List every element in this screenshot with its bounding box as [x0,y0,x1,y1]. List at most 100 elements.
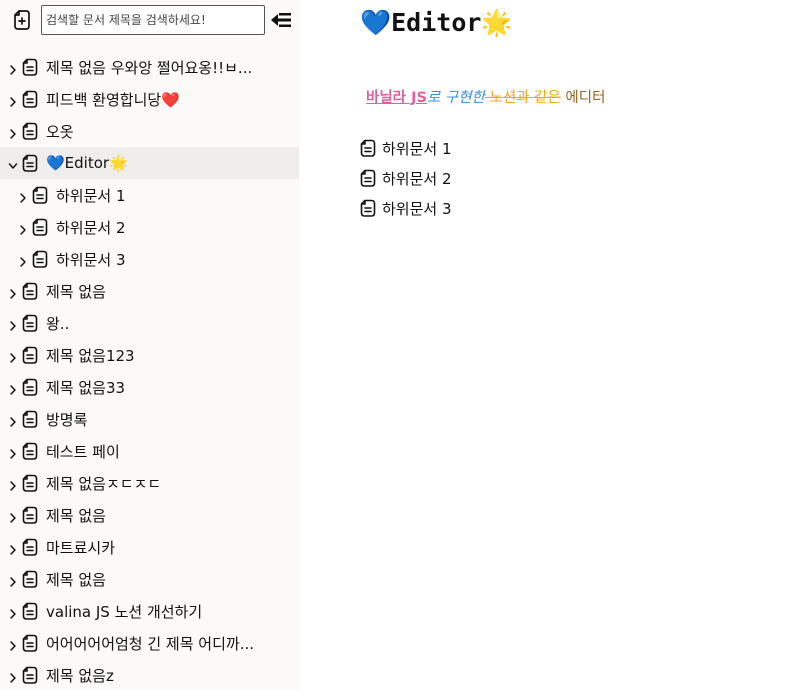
tree-item[interactable]: 제목 없음z [0,659,299,690]
tree-item[interactable]: 제목 없음 [0,275,299,307]
tree-item-title: 💙Editor🌟 [46,154,128,172]
new-document-icon[interactable] [12,9,32,31]
document-icon [22,154,38,172]
child-document-link[interactable]: 하위문서 3 [360,193,452,223]
editor-content[interactable]: 바닐라 JS로 구현한 노션과 같은 에디터 [366,86,605,107]
tree-item[interactable]: 제목 없음123 [0,339,299,371]
tree-item-title: 왕.. [46,314,70,333]
tree-item[interactable]: 제목 없음ㅈㄷㅈㄷ [0,467,299,499]
child-document-title: 하위문서 1 [382,139,452,158]
child-documents-list: 하위문서 1 하위문서 2 하위문서 3 [360,133,452,223]
tree-item-title: 피드백 환영합니당❤️ [46,90,180,109]
chevron-right-icon[interactable] [8,413,18,427]
chevron-right-icon[interactable] [8,61,18,75]
sidebar-header [0,4,299,36]
chevron-right-icon[interactable] [8,349,18,363]
tree-item[interactable]: 피드백 환영합니당❤️ [0,83,299,115]
document-icon [22,570,38,588]
document-icon [22,314,38,332]
tree-item-title: 오옷 [46,122,74,141]
document-icon [32,218,48,236]
child-document-link[interactable]: 하위문서 2 [360,163,452,193]
chevron-right-icon[interactable] [18,221,28,235]
tree-item-title: 하위문서 3 [56,250,126,269]
tree-item-title: 제목 없음ㅈㄷㅈㄷ [46,474,162,493]
tree-item[interactable]: 💙Editor🌟 [0,147,299,179]
document-icon [22,506,38,524]
child-document-title: 하위문서 3 [382,199,452,218]
document-tree: 제목 없음 우와앙 쩔어요옹!!ㅂ... 피드백 환영합니당❤️ 오옷 💙Editor… [0,51,299,690]
document-icon [22,378,38,396]
content-segment-bold-underline: 바닐라 JS [366,90,427,106]
document-icon [22,474,38,492]
chevron-right-icon[interactable] [8,381,18,395]
content-segment-plain: 에디터 [560,90,606,106]
chevron-right-icon[interactable] [8,285,18,299]
document-icon [22,90,38,108]
tree-item-title: 제목 없음 우와앙 쩔어요옹!!ㅂ... [46,58,253,77]
document-icon [22,442,38,460]
tree-child-item[interactable]: 하위문서 1 [0,179,299,211]
tree-item[interactable]: 어어어어어엄청 긴 제목 어디까... [0,627,299,659]
tree-item[interactable]: 제목 없음 [0,499,299,531]
document-icon [360,139,376,157]
document-icon [22,410,38,428]
chevron-right-icon[interactable] [18,253,28,267]
tree-child-item[interactable]: 하위문서 2 [0,211,299,243]
tree-item-title: 제목 없음123 [46,346,135,365]
tree-item[interactable]: 오옷 [0,115,299,147]
chevron-right-icon[interactable] [8,477,18,491]
tree-item[interactable]: 테스트 페이 [0,435,299,467]
chevron-right-icon[interactable] [8,573,18,587]
tree-item-title: 테스트 페이 [46,442,120,461]
tree-item-title: 마트료시카 [46,538,116,557]
document-icon [32,250,48,268]
chevron-right-icon[interactable] [8,93,18,107]
document-icon [22,122,38,140]
tree-item-title: 어어어어어엄청 긴 제목 어디까... [46,634,255,653]
chevron-right-icon[interactable] [8,317,18,331]
chevron-right-icon[interactable] [8,509,18,523]
tree-item[interactable]: 제목 없음 [0,563,299,595]
tree-item[interactable]: 제목 없음33 [0,371,299,403]
document-icon [22,602,38,620]
content-segment-italic: 로 구현한 [426,90,485,106]
tree-item-title: 제목 없음 [46,282,106,301]
tree-item-title: 제목 없음33 [46,378,126,397]
child-document-link[interactable]: 하위문서 1 [360,133,452,163]
tree-item-title: 하위문서 2 [56,218,126,237]
chevron-right-icon[interactable] [8,445,18,459]
chevron-right-icon[interactable] [18,189,28,203]
document-icon [360,169,376,187]
editor: 💙Editor🌟 바닐라 JS로 구현한 노션과 같은 에디터 하위문서 1 하위… [300,0,800,690]
chevron-down-icon[interactable] [8,157,18,169]
chevron-right-icon[interactable] [8,605,18,619]
tree-item-title: 방명록 [46,410,88,429]
search-input[interactable] [41,5,265,35]
tree-item-title: 제목 없음 [46,570,106,589]
document-icon [22,58,38,76]
tree-item[interactable]: 방명록 [0,403,299,435]
content-segment-strikethrough: 노션과 같은 [484,90,561,106]
collapse-sidebar-icon[interactable] [270,12,292,28]
editor-title[interactable]: 💙Editor🌟 [360,8,513,38]
chevron-right-icon[interactable] [8,669,18,683]
tree-item[interactable]: valina JS 노션 개선하기 [0,595,299,627]
document-icon [22,666,38,684]
chevron-right-icon[interactable] [8,637,18,651]
chevron-right-icon[interactable] [8,541,18,555]
document-icon [22,538,38,556]
tree-item[interactable]: 마트료시카 [0,531,299,563]
document-icon [22,634,38,652]
sidebar: 제목 없음 우와앙 쩔어요옹!!ㅂ... 피드백 환영합니당❤️ 오옷 💙Editor… [0,0,299,690]
tree-item-title: 제목 없음 [46,506,106,525]
tree-item[interactable]: 왕.. [0,307,299,339]
tree-item[interactable]: 제목 없음 우와앙 쩔어요옹!!ㅂ... [0,51,299,83]
document-icon [360,199,376,217]
tree-item-title: valina JS 노션 개선하기 [46,602,203,621]
document-icon [22,346,38,364]
tree-item-title: 하위문서 1 [56,186,126,205]
tree-child-item[interactable]: 하위문서 3 [0,243,299,275]
document-icon [32,186,48,204]
chevron-right-icon[interactable] [8,125,18,139]
